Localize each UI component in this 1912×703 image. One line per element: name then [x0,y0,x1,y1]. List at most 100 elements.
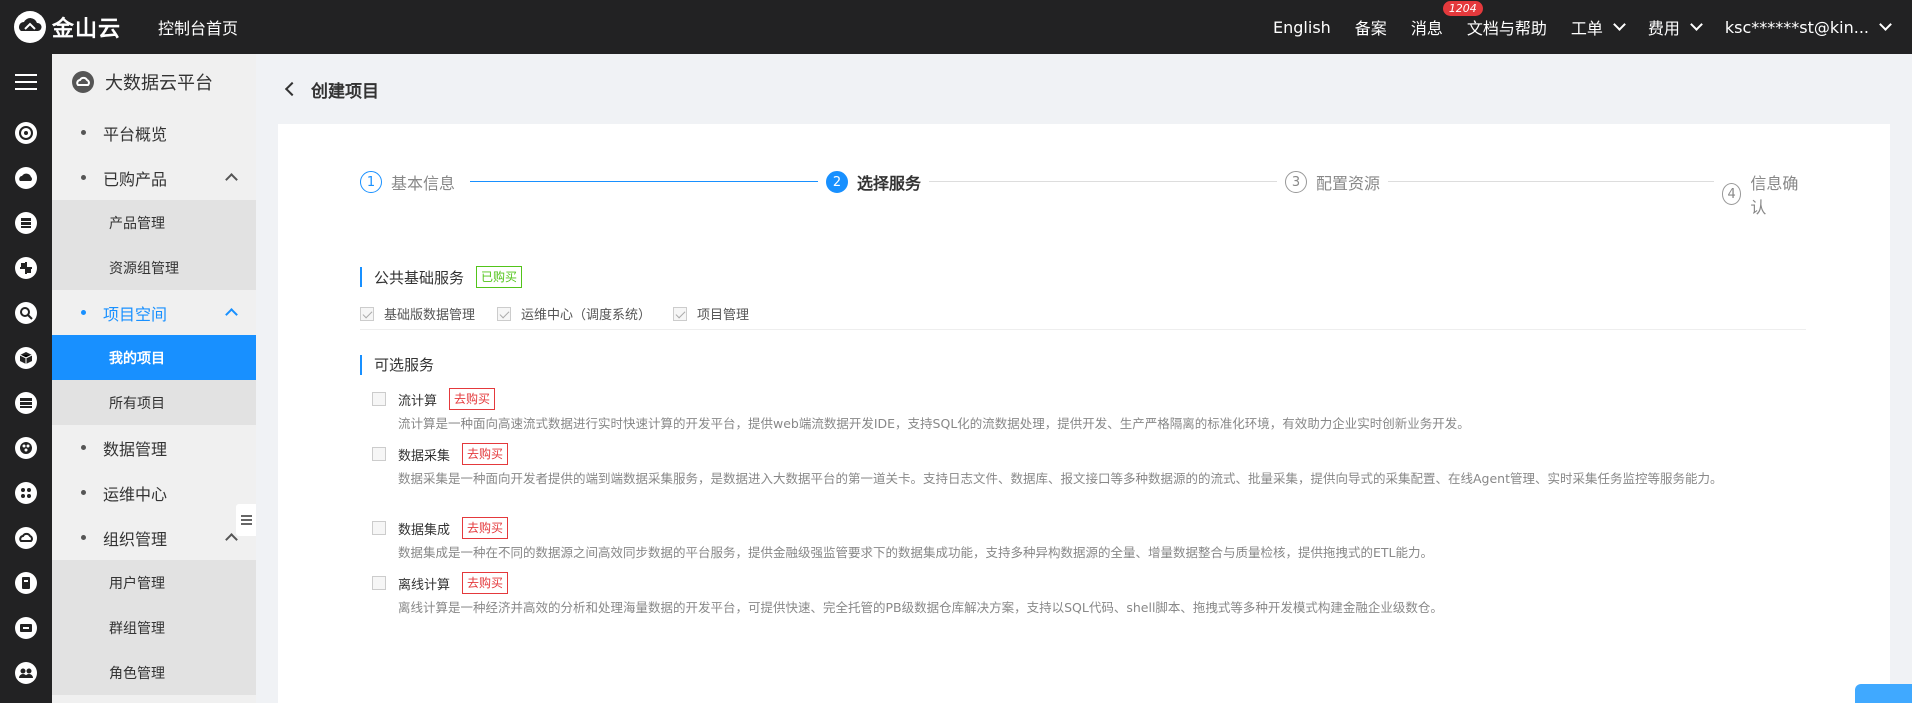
service-description: 离线计算是一种经济并高效的分析和处理海量数据的开发平台，可提供快速、完全托管的P… [398,600,1443,615]
chevron-up-icon [225,173,238,186]
step-label: 信息确认 [1750,174,1799,217]
service-name: 流计算 [398,393,438,409]
service-checkbox[interactable] [372,392,386,406]
rail-item-server[interactable] [0,380,52,425]
sidebar-item-label: 数据管理 [103,439,168,459]
section-divider [360,329,1806,330]
messages-link[interactable]: 消息 1204 [1410,1,1483,39]
step-basic-info: 1 基本信息 [360,170,464,194]
main-card: 1 基本信息 2 选择服务 3 配置资源 4 信息确认 公共基础服务 已购买 基… [278,124,1890,703]
sidebar-item-label: 运维中心 [103,484,168,504]
monitor-icon [15,301,37,324]
top-navbar: 金山云 控制台首页 English 备案 消息 1204 文档与帮助 工单 费用… [0,0,1912,54]
sidebar-item-overview[interactable]: 平台概览 [52,110,256,155]
optional-services-title: 可选服务 [360,354,434,375]
billing-menu[interactable]: 费用 [1648,15,1703,39]
section-bar [360,354,362,375]
service-stream-computing: 流计算 去购买 流计算是一种面向高速流式数据进行实时快速计算的开发平台，提供we… [372,388,1792,433]
rail-item-users[interactable] [0,650,52,695]
service-offline-computing: 离线计算 去购买 离线计算是一种经济并高效的分析和处理海量数据的开发平台，可提供… [372,572,1792,617]
sidebar-item-ops-center[interactable]: 运维中心 [52,470,256,515]
buy-button[interactable]: 去购买 [462,517,509,539]
section-title-text: 可选服务 [374,356,435,374]
service-checkbox[interactable] [372,447,386,461]
service-name: 离线计算 [398,577,451,593]
public-service-label: 运维中心（调度系统） [521,308,652,323]
sidebar-item-data-management[interactable]: 数据管理 [52,425,256,470]
sidebar-item-resource-group[interactable]: 资源组管理 [52,245,256,290]
sidebar-item-label: 项目空间 [103,304,168,324]
bullet-icon [81,175,86,180]
sidebar-collapse-button[interactable] [236,504,256,536]
chevron-down-icon [1879,18,1892,31]
public-service-ops-center[interactable]: 运维中心（调度系统） [497,304,651,323]
package-icon [15,346,37,369]
rail-item-monitor[interactable] [0,290,52,335]
rail-item-database[interactable] [0,200,52,245]
rail-item-cluster[interactable] [0,470,52,515]
steps-bar: 1 基本信息 2 选择服务 3 配置资源 4 信息确认 [360,170,1806,218]
tickets-menu[interactable]: 工单 [1571,15,1626,39]
step-number: 4 [1722,183,1742,205]
bullet-icon [81,445,86,450]
transfer-icon [15,616,37,639]
database-icon [15,211,37,234]
buy-button[interactable]: 去购买 [462,443,509,465]
logo-text: 金山云 [52,17,122,42]
sidebar-item-purchased[interactable]: 已购产品 [52,155,256,200]
back-arrow-icon[interactable] [284,81,300,97]
step-number: 3 [1285,171,1307,193]
rail-item-bigdata[interactable] [0,515,52,560]
checkbox-checked-disabled[interactable] [673,306,688,321]
console-home-link[interactable]: 控制台首页 [158,15,238,39]
sidebar-item-role-management[interactable]: 角色管理 [52,650,256,695]
rail-item-cloud[interactable] [0,155,52,200]
step-connector [920,181,1320,182]
server-icon [15,391,37,414]
sidebar-item-all-projects[interactable]: 所有项目 [52,380,256,425]
service-checkbox[interactable] [372,521,386,535]
step-label: 配置资源 [1316,174,1381,193]
floating-help-button[interactable] [1855,684,1912,703]
rail-item-network[interactable] [0,245,52,290]
docs-link[interactable]: 文档与帮助 [1467,15,1547,39]
sidebar-item-project-space[interactable]: 项目空间 [52,290,256,335]
step-label: 基本信息 [391,174,456,193]
sidebar-item-group-management[interactable]: 群组管理 [52,605,256,650]
service-name: 数据采集 [398,448,451,464]
service-checkbox[interactable] [372,576,386,590]
service-description: 流计算是一种面向高速流式数据进行实时快速计算的开发平台，提供web端流数据开发I… [398,416,1470,431]
bigdata-icon [15,526,37,549]
buy-button[interactable]: 去购买 [449,388,496,410]
messages-label: 消息 [1410,19,1443,38]
cloud-icon [15,166,37,189]
menu-icon[interactable] [0,54,52,110]
filing-link[interactable]: 备案 [1355,15,1387,39]
users-icon [15,661,37,684]
sidebar-item-org-management[interactable]: 组织管理 [52,515,256,560]
section-bar [360,267,362,287]
sidebar-item-label: 平台概览 [103,124,168,144]
buy-button[interactable]: 去购买 [462,572,509,594]
brand-logo[interactable]: 金山云 [12,9,122,45]
public-service-basic-data[interactable]: 基础版数据管理 [360,304,475,323]
rail-item-transfer[interactable] [0,605,52,650]
list-icon [240,519,252,521]
sidebar-item-product-management[interactable]: 产品管理 [52,200,256,245]
dashboard-icon [15,121,37,144]
service-data-collection: 数据采集 去购买 数据采集是一种面向开发者提供的端到端数据采集服务，是数据进入大… [372,443,1792,488]
sidebar-item-my-projects[interactable]: 我的项目 [52,335,256,380]
public-service-project-management[interactable]: 项目管理 [673,304,749,323]
checkbox-checked-disabled[interactable] [360,306,374,321]
rail-item-storage[interactable] [0,560,52,605]
account-menu[interactable]: ksc******st@kin... [1725,18,1892,37]
sidebar-item-user-management[interactable]: 用户管理 [52,560,256,605]
language-link[interactable]: English [1273,18,1331,37]
public-service-label: 基础版数据管理 [384,308,476,323]
service-description: 数据集成是一种在不同的数据源之间高效同步数据的平台服务，提供金融级强监管要求下的… [398,545,1434,560]
storage-icon [15,571,37,594]
rail-item-dashboard[interactable] [0,110,52,155]
rail-item-palette[interactable] [0,425,52,470]
checkbox-checked-disabled[interactable] [497,306,512,321]
rail-item-package[interactable] [0,335,52,380]
